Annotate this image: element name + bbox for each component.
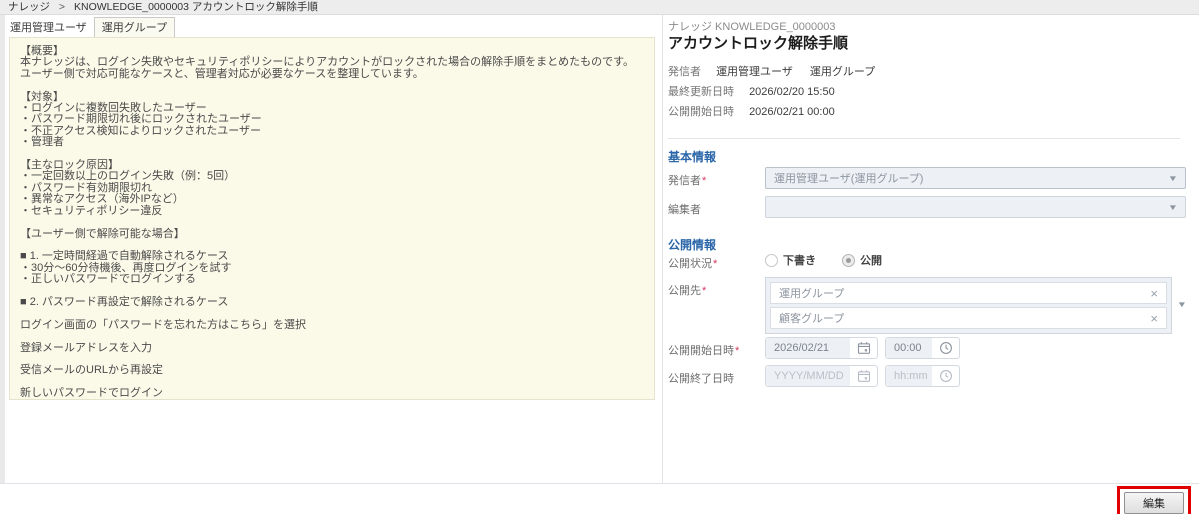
annotation-highlight: 編集 — [1117, 486, 1191, 514]
clock-icon[interactable] — [932, 341, 959, 355]
calendar-icon[interactable] — [850, 341, 877, 355]
clock-icon[interactable] — [932, 369, 959, 383]
target-item: 顧客グループ × — [770, 307, 1167, 329]
editor-select[interactable]: ▼ — [765, 196, 1186, 218]
breadcrumb-current: KNOWLEDGE_0000003 アカウントロック解除手順 — [74, 1, 318, 13]
page-title: アカウントロック解除手順 — [668, 32, 848, 53]
meta-publish-start-row: 公開開始日時 2026/02/21 00:00 — [668, 103, 835, 119]
panel-divider — [662, 15, 663, 483]
end-time-input[interactable]: hh:mm — [885, 365, 960, 387]
required-mark: * — [713, 258, 717, 270]
article-owner-user: 運用管理ユーザ — [10, 19, 87, 35]
field-end-label: 公開終了日時 — [668, 370, 734, 386]
required-mark: * — [735, 345, 739, 357]
target-item-label: 運用グループ — [779, 285, 844, 301]
chevron-down-icon: ▼ — [1168, 174, 1178, 183]
radio-unchecked-icon[interactable] — [765, 254, 778, 267]
chevron-down-icon[interactable]: ▼ — [1177, 300, 1187, 309]
end-time-placeholder[interactable]: hh:mm — [886, 366, 932, 386]
end-date-placeholder[interactable]: YYYY/MM/DD — [766, 366, 850, 386]
meta-sender-row: 発信者 運用管理ユーザ 運用グループ — [668, 63, 875, 79]
record-panel: ナレッジ KNOWLEDGE_0000003 アカウントロック解除手順 発信者 … — [668, 15, 1190, 483]
meta-sender-label: 発信者 — [668, 66, 701, 78]
field-targets-label: 公開先* — [668, 282, 706, 298]
meta-publish-start-label: 公開開始日時 — [668, 106, 734, 118]
end-datetime-row: YYYY/MM/DD hh:mm — [765, 365, 967, 387]
chevron-down-icon: ▼ — [1168, 203, 1178, 212]
required-mark: * — [702, 285, 706, 297]
article-owner-group-badge: 運用グループ — [94, 17, 175, 38]
meta-updated-label: 最終更新日時 — [668, 86, 734, 98]
sender-select-value: 運用管理ユーザ(運用グループ) — [774, 170, 923, 186]
target-item-label: 顧客グループ — [779, 310, 844, 326]
field-sender-label: 発信者* — [668, 172, 706, 188]
breadcrumb-root-link[interactable]: ナレッジ — [8, 1, 50, 13]
status-option-draft[interactable]: 下書き — [765, 252, 816, 268]
status-published-label: 公開 — [860, 252, 882, 268]
calendar-icon[interactable] — [850, 369, 877, 383]
start-date-value[interactable]: 2026/02/21 — [766, 338, 850, 358]
field-status-label: 公開状況* — [668, 255, 717, 271]
start-time-value[interactable]: 00:00 — [886, 338, 932, 358]
meta-sender-group: 運用グループ — [810, 66, 875, 78]
radio-checked-icon[interactable] — [842, 254, 855, 267]
knowledge-detail-screen: ナレッジ > KNOWLEDGE_0000003 アカウントロック解除手順 運用… — [0, 0, 1199, 514]
footer-bar: 編集 — [0, 483, 1199, 514]
required-mark: * — [702, 175, 706, 187]
remove-icon[interactable]: × — [1150, 312, 1158, 325]
article-body: 【概要】 本ナレッジは、ログイン失敗やセキュリティポリシーによりアカウントがロッ… — [9, 37, 655, 400]
target-item: 運用グループ × — [770, 282, 1167, 304]
start-datetime-row: 2026/02/21 00:00 — [765, 337, 967, 359]
status-radio-group: 下書き 公開 — [765, 252, 908, 268]
status-option-published[interactable]: 公開 — [842, 252, 882, 268]
sender-select[interactable]: 運用管理ユーザ(運用グループ) ▼ — [765, 167, 1186, 189]
section-publish-heading: 公開情報 — [668, 236, 716, 253]
breadcrumb-separator: > — [59, 1, 65, 13]
start-time-input[interactable]: 00:00 — [885, 337, 960, 359]
status-draft-label: 下書き — [783, 252, 816, 268]
field-editor-label: 編集者 — [668, 201, 701, 217]
meta-sender-user: 運用管理ユーザ — [716, 66, 793, 78]
meta-updated-row: 最終更新日時 2026/02/20 15:50 — [668, 83, 835, 99]
section-basic-heading: 基本情報 — [668, 148, 716, 165]
end-date-input[interactable]: YYYY/MM/DD — [765, 365, 878, 387]
meta-publish-start-value: 2026/02/21 00:00 — [749, 106, 835, 118]
remove-icon[interactable]: × — [1150, 287, 1158, 300]
meta-updated-value: 2026/02/20 15:50 — [749, 86, 835, 98]
breadcrumb: ナレッジ > KNOWLEDGE_0000003 アカウントロック解除手順 — [0, 0, 1199, 15]
targets-multiselect[interactable]: 運用グループ × 顧客グループ × ▼ — [765, 277, 1186, 334]
left-gutter — [0, 15, 5, 483]
article-owner-row: 運用管理ユーザ 運用グループ — [10, 18, 175, 36]
start-date-input[interactable]: 2026/02/21 — [765, 337, 878, 359]
section-divider — [668, 138, 1180, 139]
field-start-label: 公開開始日時* — [668, 342, 739, 358]
edit-button[interactable]: 編集 — [1124, 492, 1184, 514]
targets-container: 運用グループ × 顧客グループ × — [765, 277, 1172, 334]
